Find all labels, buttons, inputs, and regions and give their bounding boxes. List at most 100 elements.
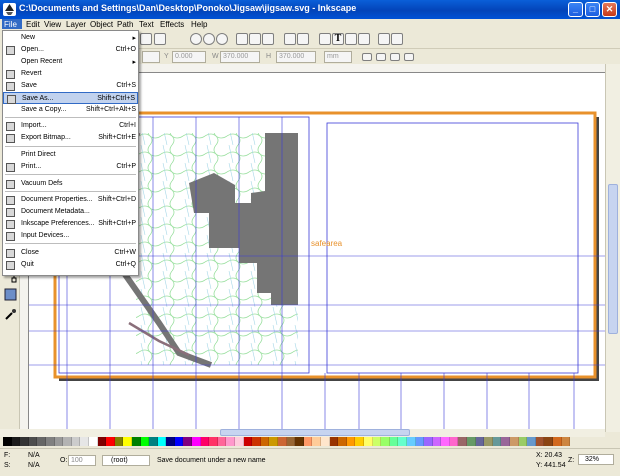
palette-swatch[interactable] [252,437,261,446]
palette-swatch[interactable] [467,437,476,446]
palette-swatch[interactable] [28,437,38,446]
palette-swatch[interactable] [3,437,12,446]
palette-swatch[interactable] [149,437,158,446]
horizontal-scrollbar[interactable] [0,429,605,437]
menu-item-save-as[interactable]: Save As... Shift+Ctrl+S [3,92,138,104]
menu-object[interactable]: Object [90,20,113,29]
opacity-input[interactable]: 100 [68,455,96,466]
x-field-tail[interactable] [142,51,160,63]
palette-swatch[interactable] [131,437,141,446]
palette-swatch[interactable] [553,437,562,446]
palette-swatch[interactable] [174,437,184,446]
menu-help[interactable]: Help [191,20,207,29]
copy-icon[interactable] [140,33,152,45]
menu-item-vacuum-defs[interactable]: Vacuum Defs [3,178,138,190]
horizontal-scroll-thumb[interactable] [220,429,410,436]
palette-swatch[interactable] [140,437,150,446]
menu-item-save-a-copy[interactable]: Save a Copy... Shift+Ctrl+Alt+S [3,104,138,116]
scale-stroke-icon[interactable] [362,53,372,61]
layer-select[interactable]: (root) [102,455,150,466]
palette-swatch[interactable] [398,437,407,446]
palette-swatch[interactable] [312,437,321,446]
menu-item-print[interactable]: Print... Ctrl+P [3,161,138,173]
palette-swatch[interactable] [449,437,459,446]
palette-swatch[interactable] [286,437,296,446]
fill-stroke-icon[interactable] [319,33,331,45]
palette-swatch[interactable] [432,437,442,446]
menu-item-revert[interactable]: Revert [3,68,138,80]
menu-item-open-recent[interactable]: Open Recent ▸ [3,56,138,68]
palette-swatch[interactable] [363,437,373,446]
zoom-page-icon[interactable] [216,33,228,45]
palette-swatch[interactable] [295,437,304,446]
palette-swatch[interactable] [63,437,72,446]
unit-select[interactable]: mm [324,51,352,63]
close-window-button[interactable]: ✕ [602,2,617,17]
palette-swatch[interactable] [260,437,270,446]
palette-swatch[interactable] [381,437,390,446]
palette-swatch[interactable] [157,437,167,446]
ungroup-icon[interactable] [297,33,309,45]
fill-value[interactable]: N/A [28,452,40,459]
palette-swatch[interactable] [415,437,425,446]
palette-swatch[interactable] [20,437,29,446]
transform-patterns-icon[interactable] [404,53,414,61]
text-font-icon[interactable]: T [332,33,344,45]
menu-item-open[interactable]: Open... Ctrl+O [3,44,138,56]
menu-item-new[interactable]: New ▸ [3,32,138,44]
palette-swatch[interactable] [458,437,468,446]
zoom-selection-icon[interactable] [190,33,202,45]
menu-effects[interactable]: Effects [160,20,184,29]
menu-item-print-direct[interactable]: Print Direct [3,149,138,161]
zoom-input[interactable]: 32% [578,454,614,465]
palette-swatch[interactable] [217,437,227,446]
clone-icon[interactable] [249,33,261,45]
duplicate-icon[interactable] [236,33,248,45]
palette-swatch[interactable] [71,437,81,446]
palette-swatch[interactable] [183,437,193,446]
document-properties-icon[interactable] [391,33,403,45]
unlink-clone-icon[interactable] [262,33,274,45]
palette-swatch[interactable] [527,437,536,446]
menu-item-input-devices[interactable]: Input Devices... [3,230,138,242]
preferences-icon[interactable] [378,33,390,45]
align-distribute-icon[interactable] [358,33,370,45]
palette-swatch[interactable] [106,437,115,446]
transform-gradients-icon[interactable] [390,53,400,61]
palette-swatch[interactable] [97,437,107,446]
menu-item-save[interactable]: Save Ctrl+S [3,80,138,92]
palette-swatch[interactable] [269,437,278,446]
palette-swatch[interactable] [329,437,339,446]
palette-swatch[interactable] [192,437,201,446]
palette-swatch[interactable] [166,437,175,446]
palette-swatch[interactable] [80,437,89,446]
palette-swatch[interactable] [123,437,132,446]
maximize-button[interactable]: □ [585,2,600,17]
palette-swatch[interactable] [372,437,382,446]
palette-swatch[interactable] [303,437,313,446]
y-input[interactable]: 0.000 [172,51,206,63]
palette-swatch[interactable] [441,437,450,446]
palette-swatch[interactable] [88,437,98,446]
group-icon[interactable] [284,33,296,45]
menu-view[interactable]: View [44,20,61,29]
palette-swatch[interactable] [518,437,528,446]
menu-text[interactable]: Text [139,20,154,29]
palette-swatch[interactable] [209,437,218,446]
paste-icon[interactable] [154,33,166,45]
palette-swatch[interactable] [406,437,416,446]
vertical-scroll-thumb[interactable] [608,184,618,334]
palette-swatch[interactable] [320,437,330,446]
palette-swatch[interactable] [200,437,210,446]
palette-swatch[interactable] [235,437,244,446]
palette-swatch[interactable] [226,437,236,446]
menu-item-import[interactable]: Import... Ctrl+I [3,120,138,132]
w-input[interactable]: 370.000 [220,51,260,63]
palette-swatch[interactable] [346,437,356,446]
palette-swatch[interactable] [561,437,571,446]
xml-editor-icon[interactable] [345,33,357,45]
dropper-tool-icon[interactable] [4,308,17,321]
palette-swatch[interactable] [501,437,511,446]
menu-item-document-properties[interactable]: Document Properties... Shift+Ctrl+D [3,194,138,206]
palette-swatch[interactable] [484,437,493,446]
